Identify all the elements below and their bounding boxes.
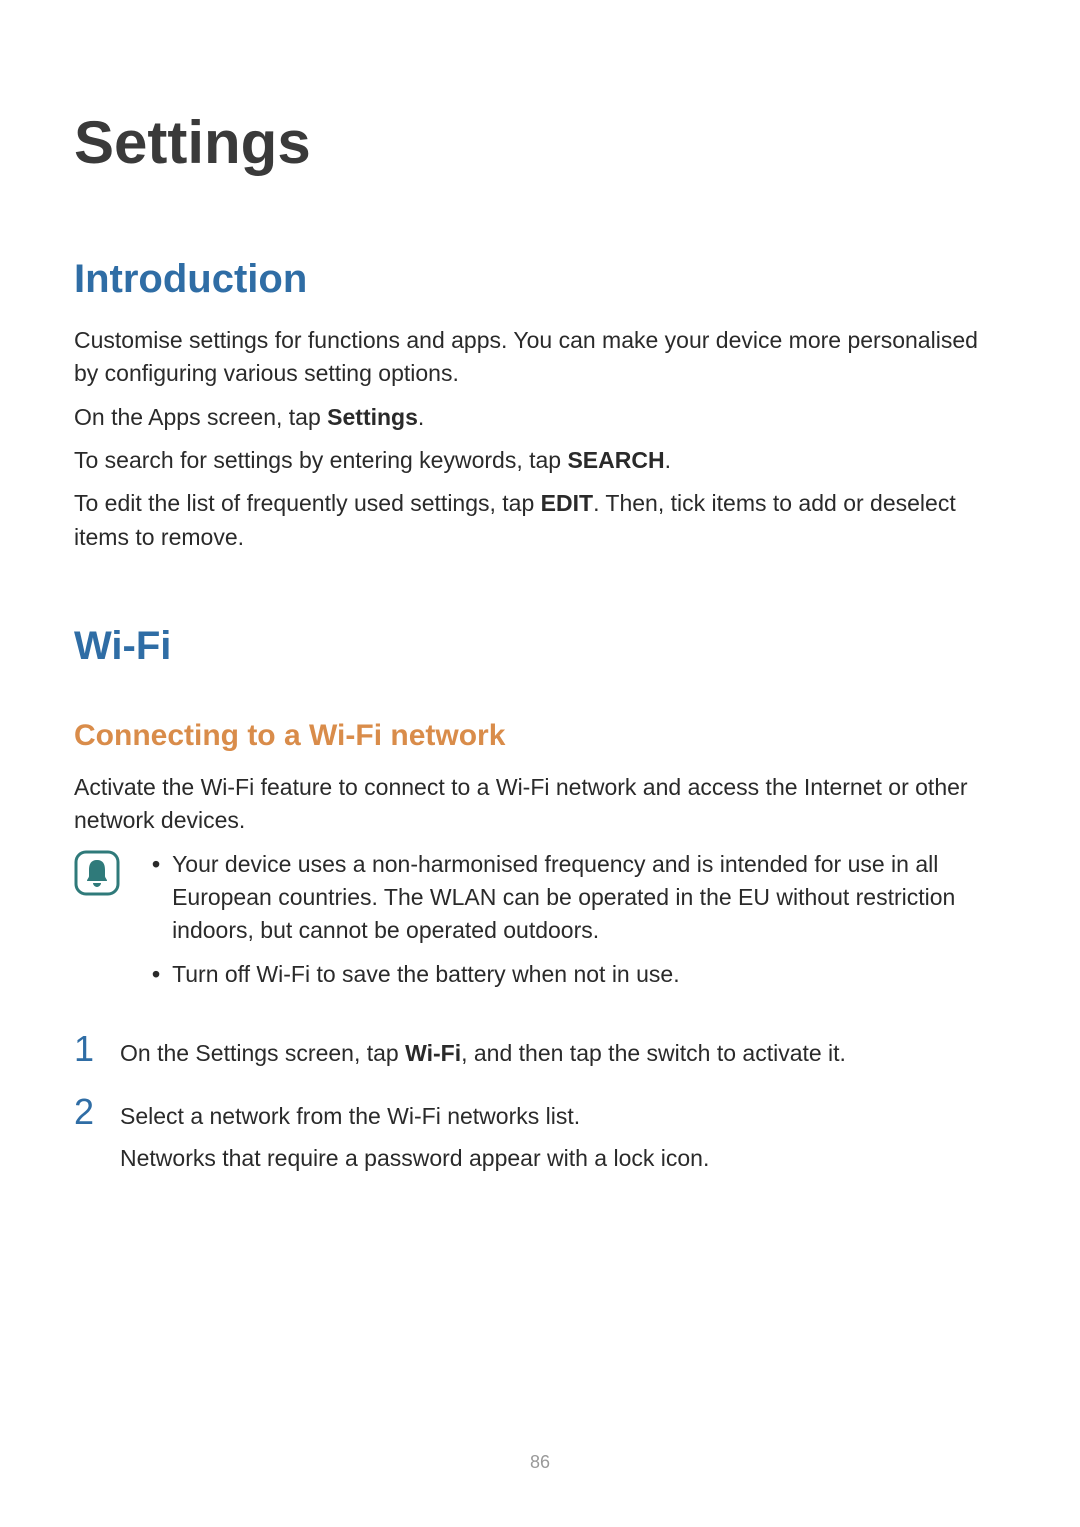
page-content: Settings Introduction Customise settings… <box>0 0 1080 1183</box>
intro-para-3: To search for settings by entering keywo… <box>74 444 1006 477</box>
text: . <box>418 404 424 430</box>
bold-search: SEARCH <box>567 447 664 473</box>
text: , and then tap the switch to activate it… <box>461 1040 846 1066</box>
section-heading-introduction: Introduction <box>74 257 1006 302</box>
step-2-line-2: Networks that require a password appear … <box>120 1142 1006 1175</box>
page-title: Settings <box>74 108 1006 177</box>
text: To edit the list of frequently used sett… <box>74 490 541 516</box>
notice-bell-icon <box>74 850 120 901</box>
bold-settings: Settings <box>327 404 418 430</box>
sub-heading-connecting: Connecting to a Wi-Fi network <box>74 719 1006 753</box>
step-body: Select a network from the Wi-Fi networks… <box>120 1094 1006 1183</box>
notice-body: • Your device uses a non-harmonised freq… <box>142 848 1006 1001</box>
text: . <box>665 447 671 473</box>
bullet-dot-icon: • <box>152 958 160 991</box>
bullet-text: Turn off Wi-Fi to save the battery when … <box>172 958 1006 991</box>
text: To search for settings by entering keywo… <box>74 447 567 473</box>
bullet-dot-icon: • <box>152 848 160 948</box>
step-body: On the Settings screen, tap Wi-Fi, and t… <box>120 1031 1006 1078</box>
step-2-line-1: Select a network from the Wi-Fi networks… <box>120 1100 1006 1133</box>
section-heading-wifi: Wi-Fi <box>74 624 1006 669</box>
wifi-para-1: Activate the Wi-Fi feature to connect to… <box>74 771 1006 838</box>
step-number: 2 <box>74 1094 102 1130</box>
step-number: 1 <box>74 1031 102 1067</box>
notice-block: • Your device uses a non-harmonised freq… <box>74 848 1006 1001</box>
intro-para-4: To edit the list of frequently used sett… <box>74 487 1006 554</box>
notice-bullet-2: • Turn off Wi-Fi to save the battery whe… <box>152 958 1006 991</box>
step-2: 2 Select a network from the Wi-Fi networ… <box>74 1094 1006 1183</box>
intro-para-2: On the Apps screen, tap Settings. <box>74 401 1006 434</box>
bold-wifi: Wi-Fi <box>405 1040 461 1066</box>
step-1: 1 On the Settings screen, tap Wi-Fi, and… <box>74 1031 1006 1078</box>
bullet-text: Your device uses a non-harmonised freque… <box>172 848 1006 948</box>
intro-para-1: Customise settings for functions and app… <box>74 324 1006 391</box>
notice-bullet-1: • Your device uses a non-harmonised freq… <box>152 848 1006 948</box>
text: On the Apps screen, tap <box>74 404 327 430</box>
bold-edit: EDIT <box>541 490 593 516</box>
text: On the Settings screen, tap <box>120 1040 405 1066</box>
page-number: 86 <box>0 1452 1080 1473</box>
step-1-text: On the Settings screen, tap Wi-Fi, and t… <box>120 1037 1006 1070</box>
